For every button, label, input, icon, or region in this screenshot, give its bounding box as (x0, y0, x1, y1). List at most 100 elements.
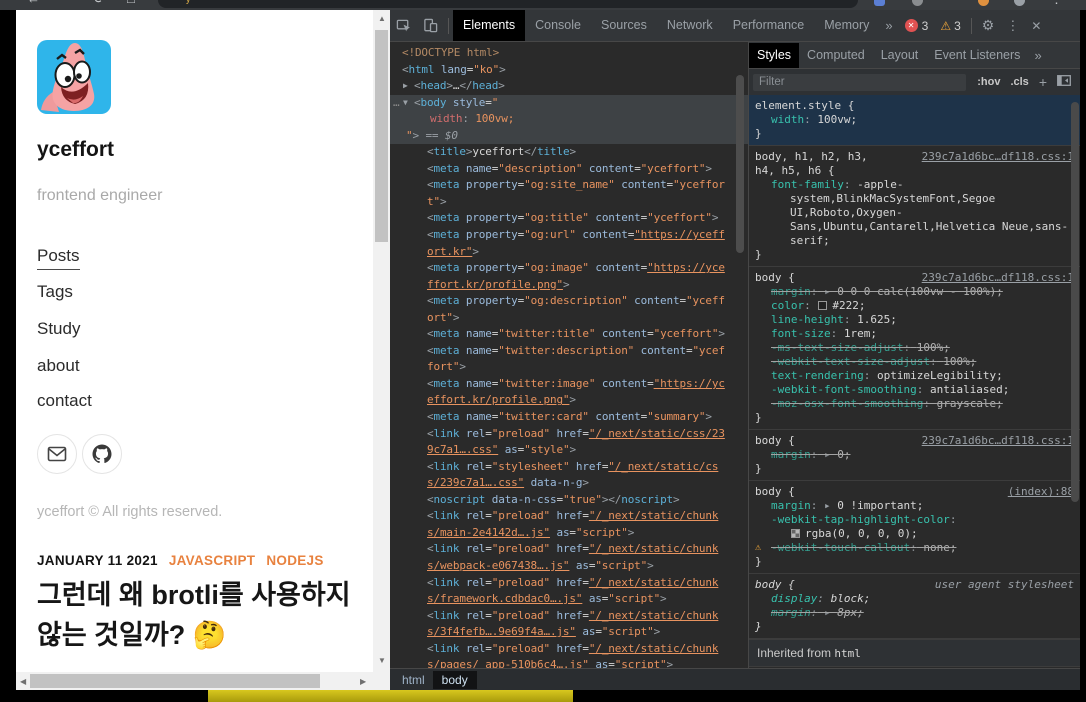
elements-tree-row[interactable]: <meta property="og:image" content="https… (390, 260, 748, 277)
elements-tree-row[interactable]: <link rel="preload" href="/_next/static/… (390, 541, 748, 558)
elements-tree-row[interactable]: s/framework.cdbdac0….js" as="script"> (390, 591, 748, 608)
devtools-tab-performance[interactable]: Performance (723, 10, 815, 41)
device-toolbar-icon[interactable] (417, 18, 444, 33)
elements-tree-row[interactable]: <!DOCTYPE html> (390, 45, 748, 62)
vertical-scroll-thumb[interactable] (375, 30, 388, 242)
css-property[interactable]: -moz-osx-font-smoothing: grayscale; (771, 397, 1072, 411)
sidebar-tab-styles[interactable]: Styles (749, 43, 799, 68)
elements-tree-row[interactable]: ffort.kr/profile.png"> (390, 277, 748, 294)
address-bar[interactable]: y (158, 0, 858, 8)
css-property[interactable]: font-size: 1rem; (771, 327, 1072, 341)
css-rule[interactable]: 239c7a1d6bc…df118.css:1body, h1, h2, h3,… (749, 146, 1080, 267)
post-tag-nodejs[interactable]: NODEJS (266, 553, 323, 568)
breadcrumb-body[interactable]: body (433, 671, 477, 689)
more-sidebar-tabs-icon[interactable]: » (1028, 48, 1047, 63)
css-selector[interactable]: element.style { (755, 99, 1072, 113)
color-swatch[interactable] (818, 301, 827, 310)
elements-tree-row[interactable]: …▼<body style=" (390, 95, 748, 112)
devtools-tab-console[interactable]: Console (525, 10, 591, 41)
scroll-down-icon[interactable]: ▼ (378, 656, 386, 665)
error-badge[interactable]: ✕ 3 (899, 19, 935, 33)
elements-tree-row[interactable]: effort.kr/profile.png"> (390, 392, 748, 409)
css-property[interactable]: margin: ▸ 0 0 0 calc(100vw - 100%); (771, 285, 1072, 299)
extension-blue-icon[interactable] (874, 0, 885, 6)
elements-tree-row[interactable]: s/239c7a1….css" data-n-g> (390, 475, 748, 492)
elements-tree-row[interactable]: <meta name="description" content="yceffo… (390, 161, 748, 178)
elements-scroll-thumb[interactable] (736, 75, 744, 253)
css-property[interactable]: display: block; (771, 592, 1072, 606)
css-property[interactable]: margin: ▸ 0 !important; (771, 499, 1072, 513)
css-property[interactable]: -ms-text-size-adjust: 100%; (771, 341, 1072, 355)
scroll-up-icon[interactable]: ▲ (378, 14, 386, 23)
elements-tree-row[interactable]: <meta name="twitter:card" content="summa… (390, 409, 748, 426)
devtools-tab-elements[interactable]: Elements (453, 10, 525, 41)
scroll-left-icon[interactable]: ◀ (20, 677, 26, 686)
css-property[interactable]: color: #222; (771, 299, 1072, 313)
reload-icon[interactable]: ⟳ (94, 0, 105, 7)
color-swatch[interactable] (791, 529, 800, 538)
elements-tree-row[interactable]: <link rel="preload" href="/_next/static/… (390, 608, 748, 625)
breadcrumb-html[interactable]: html (398, 673, 429, 687)
toggle-sidebar-icon[interactable] (1052, 75, 1076, 89)
sidebar-tab-computed[interactable]: Computed (799, 43, 873, 68)
devtools-tab-memory[interactable]: Memory (814, 10, 879, 41)
bookmark-icon[interactable]: □ (127, 0, 135, 6)
css-rule[interactable]: 239c7a1d6bc…df118.css:1body {margin: ▸ 0… (749, 267, 1080, 430)
elements-tree-row[interactable]: 9c7a1….css" as="style"> (390, 442, 748, 459)
elements-tree-row[interactable]: s/3f4fefb….9e69f4a….js" as="script"> (390, 624, 748, 641)
post-title[interactable]: 그런데 왜 brotli를 사용하지 않는 것일까? 🤔 (37, 575, 385, 655)
elements-tree-row[interactable]: ort"> (390, 310, 748, 327)
elements-tree-row[interactable]: <noscript data-n-css="true"></noscript> (390, 492, 748, 509)
elements-tree-row[interactable]: <link rel="preload" href="/_next/static/… (390, 508, 748, 525)
css-property[interactable]: ⚠-webkit-touch-callout: none; (771, 541, 1072, 555)
css-property[interactable]: width: 100vw; (771, 113, 1072, 127)
puzzle-icon[interactable] (912, 0, 923, 6)
elements-tree-row[interactable]: ort.kr"> (390, 244, 748, 261)
inspect-icon[interactable] (390, 18, 417, 33)
css-rule[interactable]: 239c7a1d6bc…df118.css:1body {margin: ▸ 0… (749, 430, 1080, 481)
elements-tree-row[interactable]: ▶<head>…</head> (390, 78, 748, 95)
css-property[interactable]: text-rendering: optimizeLegibility; (771, 369, 1072, 383)
elements-tree-row[interactable]: <meta property="og:url" content="https:/… (390, 227, 748, 244)
stylesheet-link[interactable]: 239c7a1d6bc…df118.css:1 (922, 434, 1074, 448)
github-button[interactable] (82, 434, 122, 474)
settings-gear-icon[interactable]: ⚙ (976, 17, 1001, 34)
new-style-rule-button[interactable]: + (1034, 74, 1052, 90)
extension-orange-icon[interactable] (978, 0, 989, 6)
sidebar-item-tags[interactable]: Tags (37, 282, 73, 302)
page-vertical-scrollbar[interactable]: ▲ ▼ (373, 10, 390, 690)
profile-avatar[interactable] (1014, 0, 1025, 6)
elements-tree-row[interactable]: "> == $0 (390, 128, 748, 145)
css-property[interactable]: margin: ▸ 8px; (771, 606, 1072, 620)
elements-tree-row[interactable]: fort"> (390, 359, 748, 376)
pseudo-state-button[interactable]: :hov (972, 76, 1005, 88)
elements-tree-row[interactable]: <meta property="og:site_name" content="y… (390, 177, 748, 194)
horizontal-scroll-thumb[interactable] (30, 674, 320, 688)
stylesheet-link[interactable]: user agent stylesheet (935, 578, 1074, 592)
sidebar-item-posts[interactable]: Posts (37, 246, 80, 270)
stylesheet-link[interactable]: 239c7a1d6bc…df118.css:1 (922, 271, 1074, 285)
elements-tree-row[interactable]: <meta property="og:description" content=… (390, 293, 748, 310)
stylesheet-link[interactable]: (index):88 (1008, 485, 1074, 499)
css-property[interactable]: font-family: -apple-system,BlinkMacSyste… (771, 178, 1072, 248)
stylesheet-link[interactable]: 239c7a1d6bc…df118.css:1 (922, 150, 1074, 164)
css-selector[interactable]: h4, h5, h6 { (755, 164, 1072, 178)
css-property[interactable]: -webkit-text-size-adjust: 100%; (771, 355, 1072, 369)
styles-scroll-thumb[interactable] (1071, 102, 1079, 502)
css-property[interactable]: margin: ▸ 0; (771, 448, 1072, 462)
elements-tree-row[interactable]: <title>yceffort</title> (390, 144, 748, 161)
elements-tree-row[interactable]: <link rel="preload" href="/_next/static/… (390, 426, 748, 443)
css-rule[interactable]: user agent stylesheetbody {display: bloc… (749, 574, 1080, 639)
sidebar-tab-layout[interactable]: Layout (873, 43, 927, 68)
avatar[interactable] (37, 40, 111, 114)
css-property[interactable]: -webkit-tap-highlight-color: rgba(0, 0, … (771, 513, 1072, 541)
page-horizontal-scrollbar[interactable]: ◀ ▶ (16, 672, 373, 690)
elements-tree-row[interactable]: s/main-2e4142d….js" as="script"> (390, 525, 748, 542)
sidebar-tab-event-listeners[interactable]: Event Listeners (926, 43, 1028, 68)
elements-tree-row[interactable]: <link rel="stylesheet" href="/_next/stat… (390, 459, 748, 476)
css-rule[interactable]: (index):88body {margin: ▸ 0 !important;-… (749, 481, 1080, 574)
elements-tree-row[interactable]: <link rel="preload" href="/_next/static/… (390, 641, 748, 658)
styles-filter-input[interactable]: Filter (753, 74, 966, 91)
devtools-tab-sources[interactable]: Sources (591, 10, 657, 41)
class-toggle-button[interactable]: .cls (1005, 76, 1033, 88)
